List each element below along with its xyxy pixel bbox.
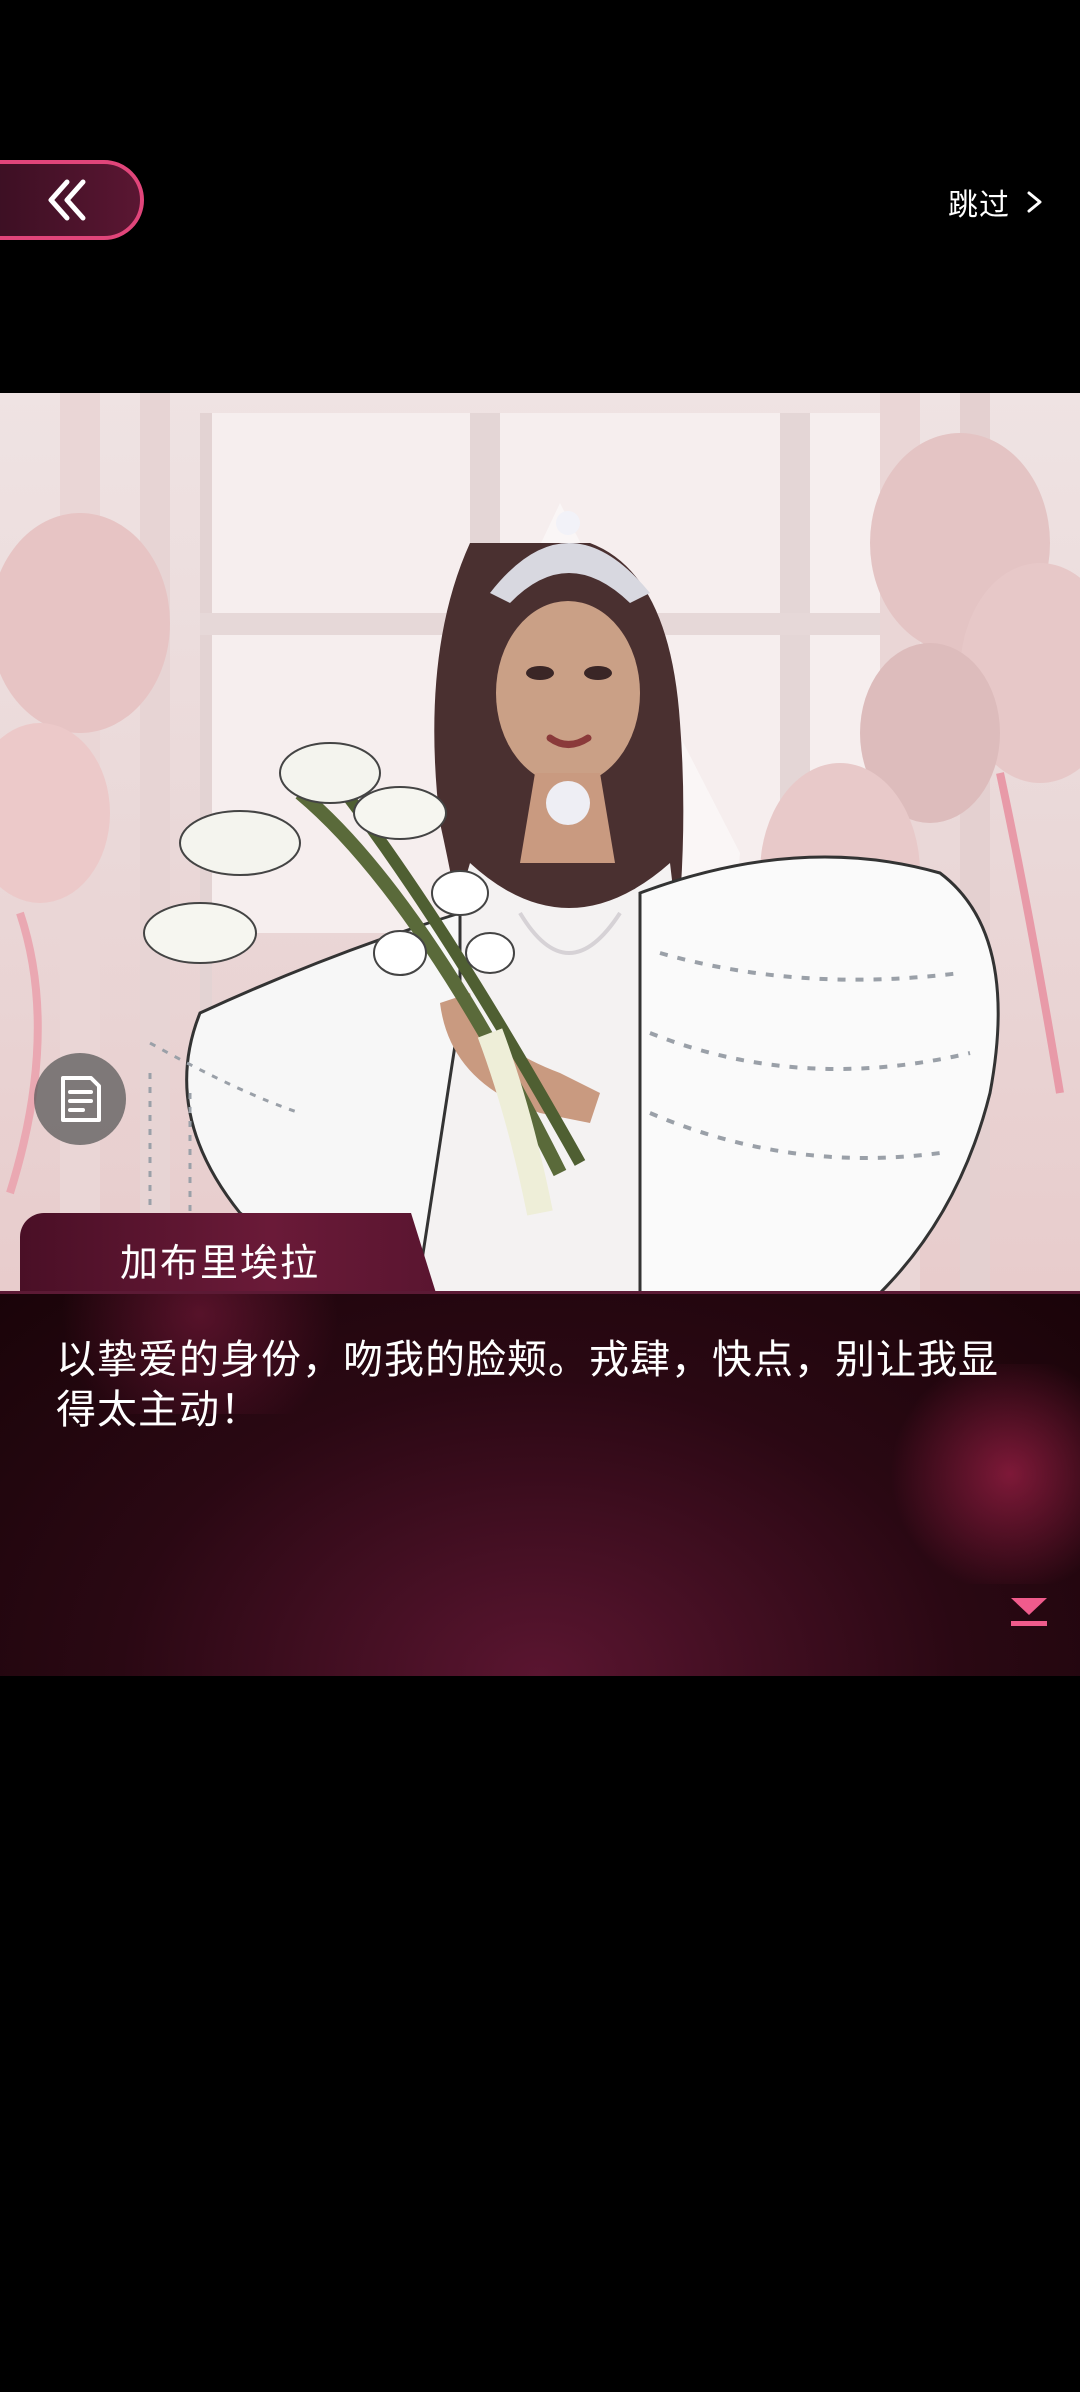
dialog-line: 以挚爱的身份，吻我的脸颊。戎肆，快点，别让我显得太主动！ <box>56 1337 999 1433</box>
document-log-icon <box>61 1076 101 1122</box>
game-screen: 跳过 加布里埃拉 以挚爱的身份，吻我的脸颊。戎肆，快点，别让我显得太主动！ <box>0 0 1080 2392</box>
next-line-indicator-icon[interactable] <box>1008 1595 1050 1629</box>
story-log-button[interactable] <box>34 1053 126 1145</box>
skip-button[interactable]: 跳过 <box>948 180 1046 224</box>
double-chevron-left-icon <box>48 179 86 221</box>
scene-illustration <box>0 393 1080 1293</box>
story-scene <box>0 393 1080 1293</box>
back-button[interactable] <box>0 160 144 240</box>
chevron-right-icon <box>1027 191 1042 213</box>
skip-label: 跳过 <box>948 188 1010 223</box>
speaker-name: 加布里埃拉 <box>120 1241 321 1285</box>
